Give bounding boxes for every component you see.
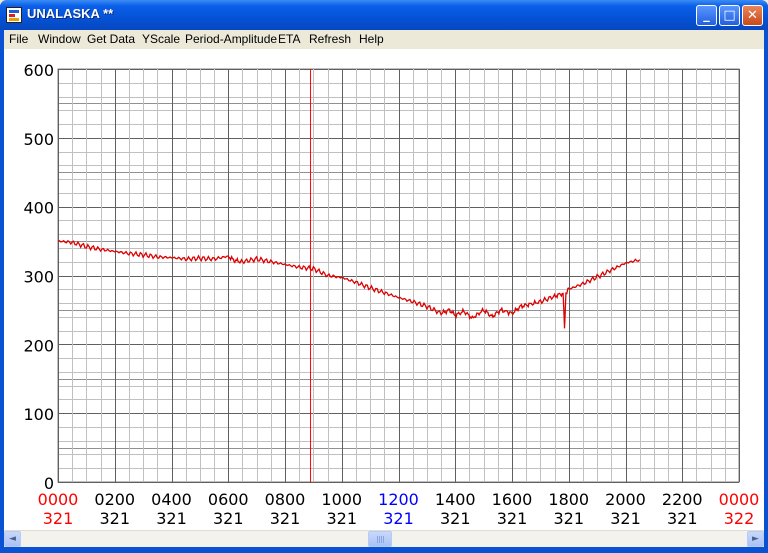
x-tick-day-label: 321 <box>440 509 471 528</box>
menu-bar: File Window Get Data YScale Period-Ampli… <box>4 30 764 49</box>
x-tick-day-label: 321 <box>213 509 244 528</box>
x-tick-hour-label: 1600 <box>492 490 533 509</box>
y-tick-label: 300 <box>23 268 54 287</box>
scroll-left-button[interactable]: ◄ <box>4 531 21 547</box>
x-tick-hour-label: 1400 <box>435 490 476 509</box>
x-tick-hour-label: 0600 <box>208 490 249 509</box>
x-tick-hour-label: 1000 <box>321 490 362 509</box>
y-tick-label: 600 <box>23 61 54 80</box>
x-tick-day-label: 321 <box>156 509 187 528</box>
x-tick-day-label: 321 <box>383 509 414 528</box>
x-tick-day-label: 321 <box>497 509 528 528</box>
horizontal-scrollbar[interactable]: ◄ ► <box>4 530 764 547</box>
y-tick-label: 500 <box>23 130 54 149</box>
menu-file[interactable]: File <box>9 32 28 46</box>
menu-yscale[interactable]: YScale <box>142 32 180 46</box>
close-button[interactable]: ✕ <box>742 5 763 26</box>
menu-period-amplitude[interactable]: Period-Amplitude <box>185 32 277 46</box>
maximize-icon: □ <box>723 8 736 23</box>
grip-icon <box>377 536 384 543</box>
x-tick-day-label: 321 <box>270 509 301 528</box>
plot-area[interactable]: 0 100 200 300 400 500 600 0000 321 0200 321 0400 321… <box>4 49 764 530</box>
x-tick-day-label: 321 <box>99 509 130 528</box>
right-arrow-icon: ► <box>752 534 759 544</box>
x-tick-day-label: 321 <box>667 509 698 528</box>
window-title: UNALASKA ** <box>27 6 114 21</box>
x-tick-hour-label: 0200 <box>94 490 135 509</box>
x-tick-day-label: 321 <box>326 509 357 528</box>
y-tick-label: 400 <box>23 199 54 218</box>
menu-eta[interactable]: ETA <box>278 32 300 46</box>
plot-frame <box>57 68 740 483</box>
y-tick-label: 200 <box>23 336 54 355</box>
window-border-bottom <box>0 547 768 553</box>
minimize-button[interactable]: _ <box>696 5 717 26</box>
x-tick-day-label: 321 <box>553 509 584 528</box>
x-tick-hour-label: 1200 <box>378 490 419 509</box>
x-tick-day-label: 321 <box>43 509 74 528</box>
menu-help[interactable]: Help <box>359 32 384 46</box>
title-bar[interactable]: UNALASKA ** _ □ ✕ <box>0 0 768 30</box>
app-icon[interactable] <box>6 7 22 23</box>
minimize-icon: _ <box>703 8 710 23</box>
menu-get-data[interactable]: Get Data <box>87 32 135 46</box>
x-tick-day-label: 321 <box>610 509 641 528</box>
scroll-right-button[interactable]: ► <box>747 531 764 547</box>
maximize-button[interactable]: □ <box>719 5 740 26</box>
app-window: UNALASKA ** _ □ ✕ File Window Get Data Y… <box>0 0 768 553</box>
scroll-thumb[interactable] <box>368 531 392 547</box>
x-tick-day-label: 322 <box>724 509 755 528</box>
menu-refresh[interactable]: Refresh <box>309 32 351 46</box>
x-tick-hour-label: 1800 <box>548 490 589 509</box>
seismograph-chart[interactable]: 0100200300400500600000032102003210400321… <box>4 49 764 530</box>
x-tick-hour-label: 0400 <box>151 490 192 509</box>
x-tick-hour-label: 0000 <box>38 490 79 509</box>
y-tick-label: 100 <box>23 405 54 424</box>
left-arrow-icon: ◄ <box>9 534 16 544</box>
x-tick-hour-label: 0000 <box>719 490 760 509</box>
x-tick-hour-label: 0800 <box>265 490 306 509</box>
x-tick-hour-label: 2200 <box>662 490 703 509</box>
menu-window[interactable]: Window <box>38 32 81 46</box>
close-icon: ✕ <box>747 8 758 23</box>
x-tick-hour-label: 2000 <box>605 490 646 509</box>
